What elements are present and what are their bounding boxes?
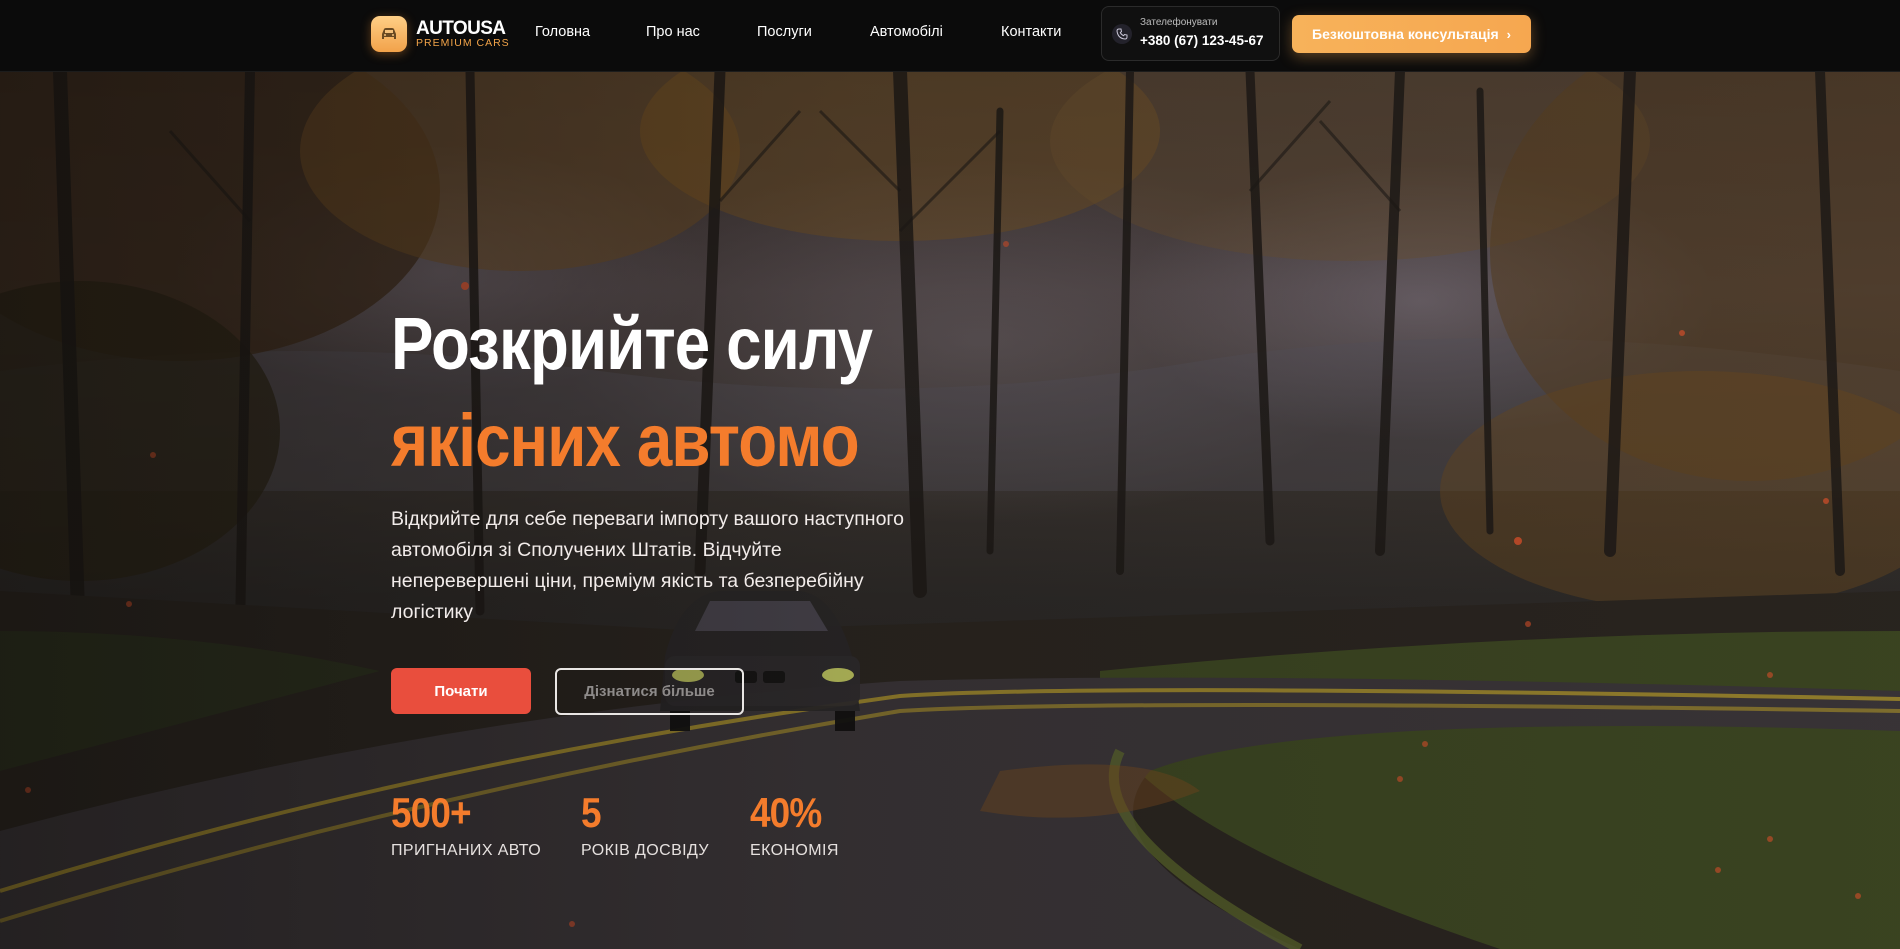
- hero-description: Відкрийте для себе переваги імпорту вашо…: [391, 508, 904, 623]
- logo-badge[interactable]: [371, 16, 407, 52]
- stat-value: 40%: [750, 789, 822, 836]
- hero-overlay: [0, 71, 1900, 949]
- stat-label: ЕКОНОМІЯ: [750, 842, 839, 859]
- free-consultation-button[interactable]: Безкоштовна консультація ›: [1292, 15, 1531, 53]
- logo-subtitle: PREMIUM CARS: [416, 37, 510, 49]
- nav-item-about[interactable]: Про нас: [646, 24, 700, 40]
- hero-headline-line1: Розкрийте силу: [391, 302, 873, 385]
- stat-value: 500+: [391, 789, 472, 836]
- nav-item-contacts[interactable]: Контакти: [1001, 24, 1061, 40]
- nav-item-home[interactable]: Головна: [535, 24, 590, 40]
- stat-label: РОКІВ ДОСВІДУ: [581, 842, 709, 859]
- stat-savings: 40% ЕКОНОМІЯ: [750, 792, 839, 860]
- phone-contact[interactable]: Зателефонувати +380 (67) 123-45-67: [1101, 6, 1280, 61]
- hero-headline-line2: якісних автомо: [391, 399, 860, 482]
- chevron-right-icon: ›: [1506, 26, 1511, 42]
- car-icon: [382, 28, 396, 39]
- phone-icon: [1112, 24, 1132, 44]
- stat-imported-cars: 500+ ПРИГНАНИХ АВТО: [391, 792, 541, 860]
- learn-more-button[interactable]: Дізнатися більше: [555, 668, 744, 715]
- phone-label: Зателефонувати: [1140, 17, 1218, 28]
- stat-value: 5: [581, 789, 602, 836]
- nav-item-services[interactable]: Послуги: [757, 24, 812, 40]
- cta-label: Безкоштовна консультація: [1312, 26, 1499, 42]
- stat-label: ПРИГНАНИХ АВТО: [391, 842, 542, 859]
- phone-number[interactable]: +380 (67) 123-45-67: [1140, 33, 1263, 48]
- nav-item-cars[interactable]: Автомобілі: [870, 24, 943, 40]
- start-button[interactable]: Почати: [391, 668, 531, 714]
- site-header: AUTOUSA PREMIUM CARS Головна Про нас Пос…: [0, 0, 1900, 72]
- stat-years-experience: 5 РОКІВ ДОСВІДУ: [581, 792, 709, 860]
- hero-section: [0, 71, 1900, 949]
